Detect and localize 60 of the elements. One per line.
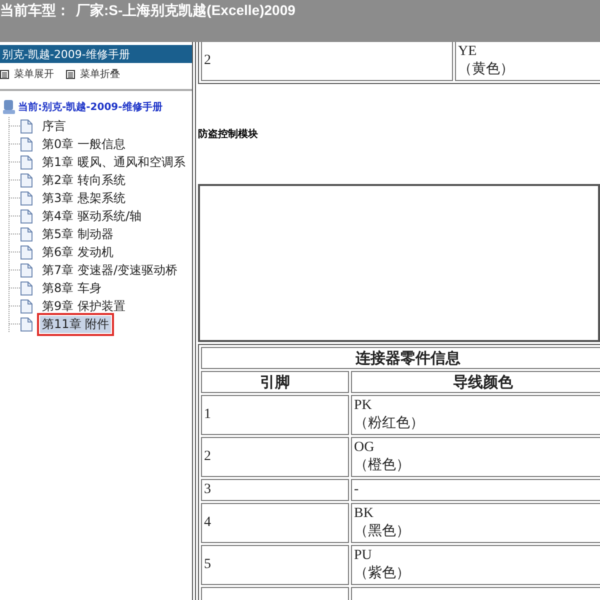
tree-connector — [8, 135, 20, 153]
tree-item[interactable]: 第9章 保护装置 — [40, 298, 128, 314]
tree-item[interactable]: 第6章 发动机 — [40, 244, 116, 260]
menu-link[interactable]: 菜单展开 — [0, 67, 54, 81]
page-icon — [20, 280, 33, 296]
tree-connector — [8, 153, 20, 171]
tree-item[interactable]: 第5章 制动器 — [40, 226, 116, 242]
page-icon — [20, 190, 33, 206]
table-cell: 2 — [201, 437, 349, 477]
page-icon — [20, 262, 33, 278]
tree-item[interactable]: 第0章 一般信息 — [40, 136, 128, 152]
table-cell: - — [351, 479, 600, 501]
page-icon — [20, 316, 33, 332]
tree-item[interactable]: 第8章 车身 — [40, 280, 104, 296]
table-title: 连接器零件信息 — [201, 347, 600, 369]
table-cell: PU （紫色） — [351, 545, 600, 585]
tree-connector — [8, 189, 20, 207]
module-name: 防盗控制模块 — [198, 128, 258, 141]
table-cell: 4 — [201, 503, 349, 543]
table-cell: OG （橙色） — [351, 437, 600, 477]
page-icon — [20, 244, 33, 260]
manual-header: 别克-凯越-2009-维修手册 — [0, 45, 192, 63]
tree-connector — [8, 207, 20, 225]
page-icon — [20, 118, 33, 134]
page-icon — [20, 208, 33, 224]
tree-root[interactable]: 当前:别克-凯越-2009-维修手册 — [18, 100, 162, 114]
tree-connector — [8, 117, 20, 135]
tree-connector — [8, 297, 20, 315]
tree-item[interactable]: 第3章 悬架系统 — [40, 190, 128, 206]
table-cell: YE （黄色） — [455, 42, 600, 81]
page-icon — [20, 298, 33, 314]
page-icon — [20, 136, 33, 152]
page-icon — [20, 226, 33, 242]
table-cell: 1 — [201, 395, 349, 435]
tree-item[interactable]: 第1章 暖风、通风和空调系 — [40, 154, 188, 170]
table-cell: 3 — [201, 479, 349, 501]
tree-item[interactable]: 第11章 附件 — [40, 316, 112, 332]
tree-connector — [8, 261, 20, 279]
tree-connector — [8, 171, 20, 189]
computer-icon — [2, 99, 16, 115]
tree-item[interactable]: 序言 — [40, 118, 68, 134]
page-icon — [20, 172, 33, 188]
table-cell: PK （粉红色） — [351, 395, 600, 435]
column-header: 引脚 — [201, 371, 349, 393]
tree-item[interactable]: 第2章 转向系统 — [40, 172, 128, 188]
model-label: 当前车型： — [0, 2, 70, 20]
tree-item[interactable]: 第7章 变速器/变速驱动桥 — [40, 262, 180, 278]
column-header: 导线颜色 — [351, 371, 600, 393]
tree-item[interactable]: 第4章 驱动系统/轴 — [40, 208, 144, 224]
menu-link[interactable]: 菜单折叠 — [66, 67, 120, 81]
tree-connector — [8, 279, 20, 297]
table-cell: 2 — [201, 42, 453, 81]
table-cell: BK （黑色） — [351, 503, 600, 543]
tree-connector — [8, 225, 20, 243]
table-cell: 5 — [201, 545, 349, 585]
model-value: 厂家:S-上海别克凯越(Excelle)2009 — [76, 2, 296, 20]
page-icon — [20, 154, 33, 170]
tree-connector — [8, 315, 20, 333]
tree-connector — [8, 243, 20, 261]
list-icon — [66, 70, 75, 78]
